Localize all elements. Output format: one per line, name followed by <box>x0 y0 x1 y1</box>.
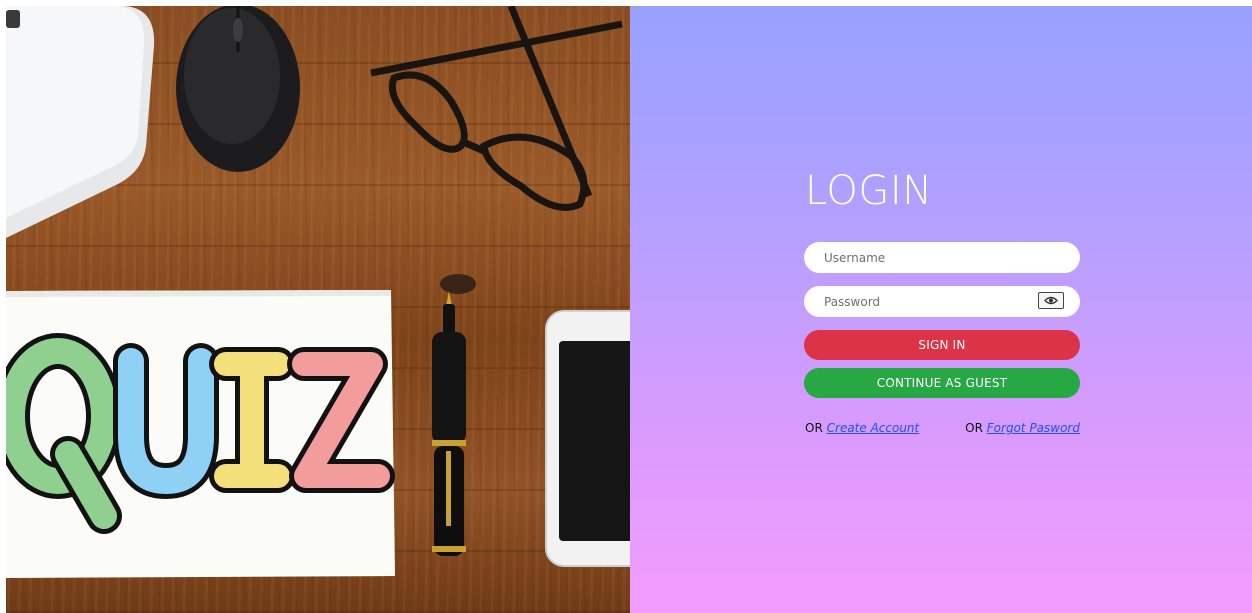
create-account-row: OR Create Account <box>805 421 919 435</box>
phone-shape <box>545 310 630 567</box>
password-input[interactable] <box>804 286 1024 317</box>
login-title: LOGIN <box>805 168 933 214</box>
mouse-shape <box>176 6 300 172</box>
hero-image <box>6 6 630 613</box>
pen-shape <box>432 291 466 556</box>
sign-in-button[interactable]: SIGN IN <box>804 330 1080 360</box>
continue-as-guest-button[interactable]: CONTINUE AS GUEST <box>804 368 1080 398</box>
create-account-link[interactable]: Create Account <box>827 421 920 435</box>
forgot-password-prefix: OR <box>965 421 983 435</box>
create-account-prefix: OR <box>805 421 823 435</box>
eye-icon <box>1044 296 1058 305</box>
glasses-shape <box>370 6 623 211</box>
password-field[interactable] <box>804 286 1080 317</box>
forgot-password-row: OR Forgot Pasword <box>965 421 1080 435</box>
laptop-shape <box>6 6 155 238</box>
username-input[interactable] <box>804 242 1024 273</box>
login-page: LOGIN SIGN IN CONTINUE AS GUEST OR Creat… <box>6 6 1252 613</box>
show-password-button[interactable] <box>1038 292 1064 309</box>
login-panel: LOGIN SIGN IN CONTINUE AS GUEST OR Creat… <box>630 6 1252 613</box>
forgot-password-link[interactable]: Forgot Pasword <box>987 421 1080 435</box>
hero-illustration <box>6 6 630 578</box>
username-field[interactable] <box>804 242 1080 273</box>
